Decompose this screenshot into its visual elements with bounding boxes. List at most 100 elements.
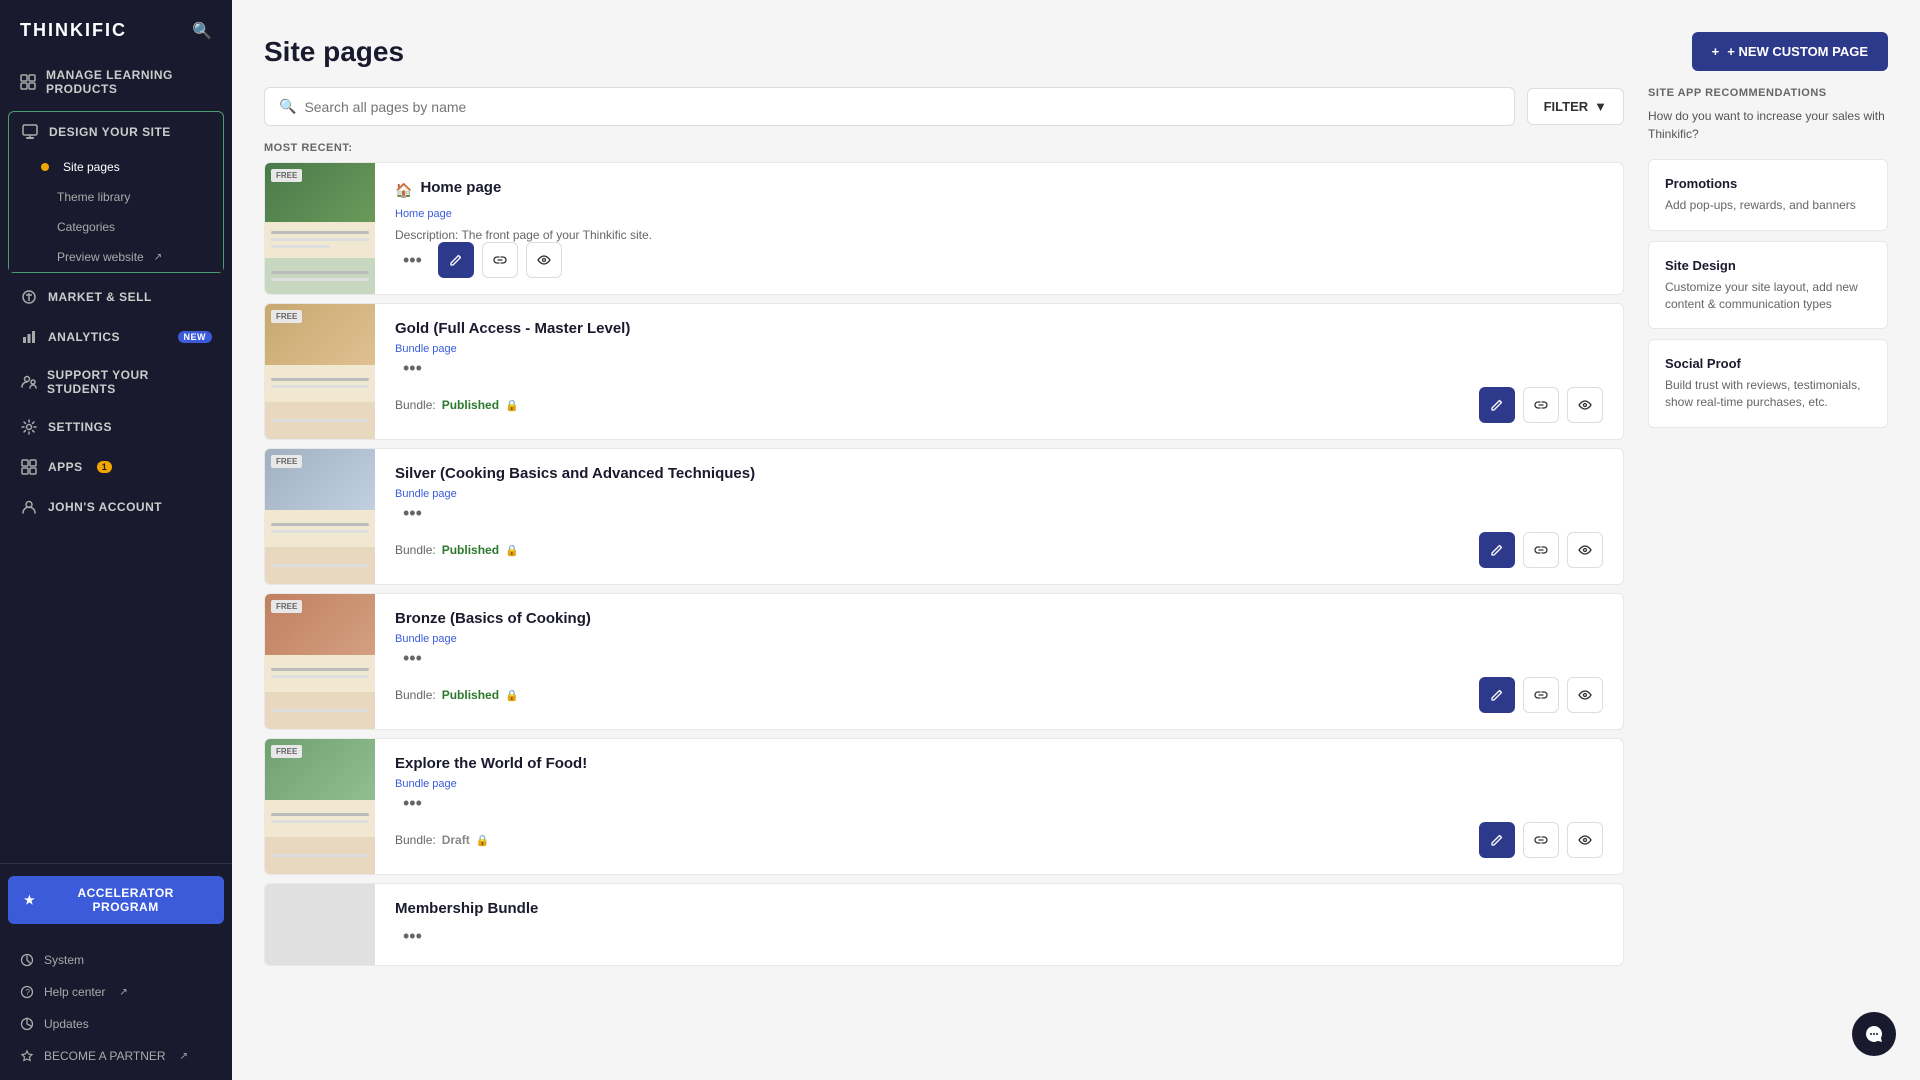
sidebar-item-settings[interactable]: SETTINGS [0, 407, 232, 447]
explore-page-edit-button[interactable] [1479, 822, 1515, 858]
rec-card-site-design[interactable]: Site Design Customize your site layout, … [1648, 241, 1888, 330]
silver-page-edit-button[interactable] [1479, 532, 1515, 568]
filter-button[interactable]: FILTER ▼ [1527, 88, 1624, 125]
new-custom-page-button[interactable]: + + NEW CUSTOM PAGE [1692, 32, 1888, 71]
page-card-home: FREE [264, 162, 1624, 295]
silver-page-view-button[interactable] [1567, 532, 1603, 568]
sidebar-item-support-students[interactable]: SUPPORT YOUR STUDENTS [0, 357, 232, 407]
sidebar-item-system[interactable]: System [0, 944, 232, 976]
home-page-icon: 🏠 [395, 182, 412, 199]
sidebar-item-design-site-label: DESIGN YOUR SITE [49, 125, 171, 139]
sidebar-item-market-sell[interactable]: MARKET & SELL [0, 277, 232, 317]
design-site-section: DESIGN YOUR SITE Site pages Theme librar… [8, 111, 224, 273]
sidebar-nav: MANAGE LEARNING PRODUCTS DESIGN YOUR SIT… [0, 57, 232, 863]
analytics-icon [20, 328, 38, 346]
page-card-membership: Membership Bundle ••• [264, 883, 1624, 966]
social-proof-desc: Build trust with reviews, testimonials, … [1665, 377, 1871, 411]
page-thumbnail-membership [265, 884, 375, 965]
silver-page-menu-button[interactable]: ••• [395, 500, 430, 526]
page-actions-explore: ••• [395, 790, 1603, 816]
sidebar-item-design-site[interactable]: DESIGN YOUR SITE [9, 112, 223, 152]
home-page-view-button[interactable] [526, 242, 562, 278]
page-type-gold[interactable]: Bundle page [395, 343, 1603, 355]
link-icon [493, 253, 507, 267]
membership-page-menu-button[interactable]: ••• [395, 923, 430, 949]
sidebar-item-analytics[interactable]: ANALYTICS NEW [0, 317, 232, 357]
page-thumbnail-explore: FREE [265, 739, 375, 874]
silver-page-link-button[interactable] [1523, 532, 1559, 568]
page-type-silver[interactable]: Bundle page [395, 488, 1603, 500]
bronze-page-menu-button[interactable]: ••• [395, 645, 430, 671]
page-status-explore: Bundle: Draft 🔒 [395, 822, 1603, 858]
page-name-silver: Silver (Cooking Basics and Advanced Tech… [395, 465, 1603, 482]
home-page-link-button[interactable] [482, 242, 518, 278]
home-page-menu-button[interactable]: ••• [395, 247, 430, 273]
bronze-page-edit-button[interactable] [1479, 677, 1515, 713]
home-page-edit-button[interactable] [438, 242, 474, 278]
gold-page-menu-button[interactable]: ••• [395, 355, 430, 381]
thumb-label-free-silver: FREE [271, 455, 302, 468]
bronze-page-link-button[interactable] [1523, 677, 1559, 713]
apps-icon [20, 458, 38, 476]
page-type-bronze[interactable]: Bundle page [395, 633, 1603, 645]
page-header: Site pages + + NEW CUSTOM PAGE [232, 0, 1920, 87]
sidebar-search-icon[interactable]: 🔍 [192, 21, 212, 41]
page-thumbnail-bronze: FREE [265, 594, 375, 729]
search-input[interactable] [304, 99, 1499, 115]
page-type-home[interactable]: Home page [395, 208, 1603, 220]
settings-icon [20, 418, 38, 436]
edit-icon [449, 253, 463, 267]
page-type-explore[interactable]: Bundle page [395, 778, 1603, 790]
explore-page-menu-button[interactable]: ••• [395, 790, 430, 816]
sidebar-item-theme-library[interactable]: Theme library [9, 182, 223, 212]
chat-bubble[interactable] [1852, 1012, 1896, 1056]
help-center-icon: ? [20, 985, 34, 999]
rec-card-promotions[interactable]: Promotions Add pop-ups, rewards, and ban… [1648, 159, 1888, 231]
eye-icon [537, 253, 551, 267]
page-info-home: 🏠 Home page Home page Description: The f… [375, 163, 1623, 294]
help-center-external-icon: ↗ [119, 987, 127, 998]
bronze-lock-icon: 🔒 [505, 689, 519, 702]
explore-status-draft: Draft [442, 833, 470, 847]
content-area: 🔍 FILTER ▼ MOST RECENT: FREE [232, 87, 1920, 1080]
thumb-content-home [265, 163, 375, 294]
page-actions-gold: ••• [395, 355, 1603, 381]
sidebar-item-updates[interactable]: Updates [0, 1008, 232, 1040]
gold-page-edit-button[interactable] [1479, 387, 1515, 423]
thumb-label-free: FREE [271, 169, 302, 182]
star-icon: ★ [24, 893, 35, 907]
become-partner-icon [20, 1049, 34, 1063]
design-site-icon [21, 123, 39, 141]
system-icon [20, 953, 34, 967]
recommendations-title: SITE APP RECOMMENDATIONS [1648, 87, 1888, 99]
rec-card-social-proof[interactable]: Social Proof Build trust with reviews, t… [1648, 339, 1888, 428]
gold-page-link-button[interactable] [1523, 387, 1559, 423]
sidebar-item-help-center[interactable]: ? Help center ↗ [0, 976, 232, 1008]
accelerator-program-button[interactable]: ★ ACCELERATOR PROGRAM [8, 876, 224, 924]
sidebar-item-preview-website[interactable]: Preview website ↗ [9, 242, 223, 272]
page-actions-bronze: ••• [395, 645, 1603, 671]
page-info-silver: Silver (Cooking Basics and Advanced Tech… [375, 449, 1623, 584]
sidebar-item-manage-learning[interactable]: MANAGE LEARNING PRODUCTS [0, 57, 232, 107]
gold-page-view-button[interactable] [1567, 387, 1603, 423]
social-proof-title: Social Proof [1665, 356, 1871, 371]
page-info-top-membership: Membership Bundle ••• [395, 900, 1603, 949]
sidebar-item-categories[interactable]: Categories [9, 212, 223, 242]
page-thumbnail-home: FREE [265, 163, 375, 294]
bronze-page-view-button[interactable] [1567, 677, 1603, 713]
sidebar-item-apps[interactable]: APPS 1 [0, 447, 232, 487]
page-actions-home: ••• [395, 242, 1603, 278]
analytics-new-badge: NEW [178, 331, 213, 343]
explore-page-view-button[interactable] [1567, 822, 1603, 858]
chat-icon [1864, 1024, 1884, 1044]
page-card-gold: FREE [264, 303, 1624, 440]
gold-status-published: Published [442, 398, 499, 412]
bronze-status-published: Published [442, 688, 499, 702]
sidebar-item-account[interactable]: JOHN'S ACCOUNT [0, 487, 232, 527]
page-name-membership: Membership Bundle [395, 900, 1603, 917]
explore-page-link-button[interactable] [1523, 822, 1559, 858]
thumb-label-free-bronze: FREE [271, 600, 302, 613]
partner-external-icon: ↗ [180, 1051, 188, 1062]
sidebar-item-become-partner[interactable]: BECOME A PARTNER ↗ [0, 1040, 232, 1072]
sidebar-item-site-pages[interactable]: Site pages [9, 152, 223, 182]
